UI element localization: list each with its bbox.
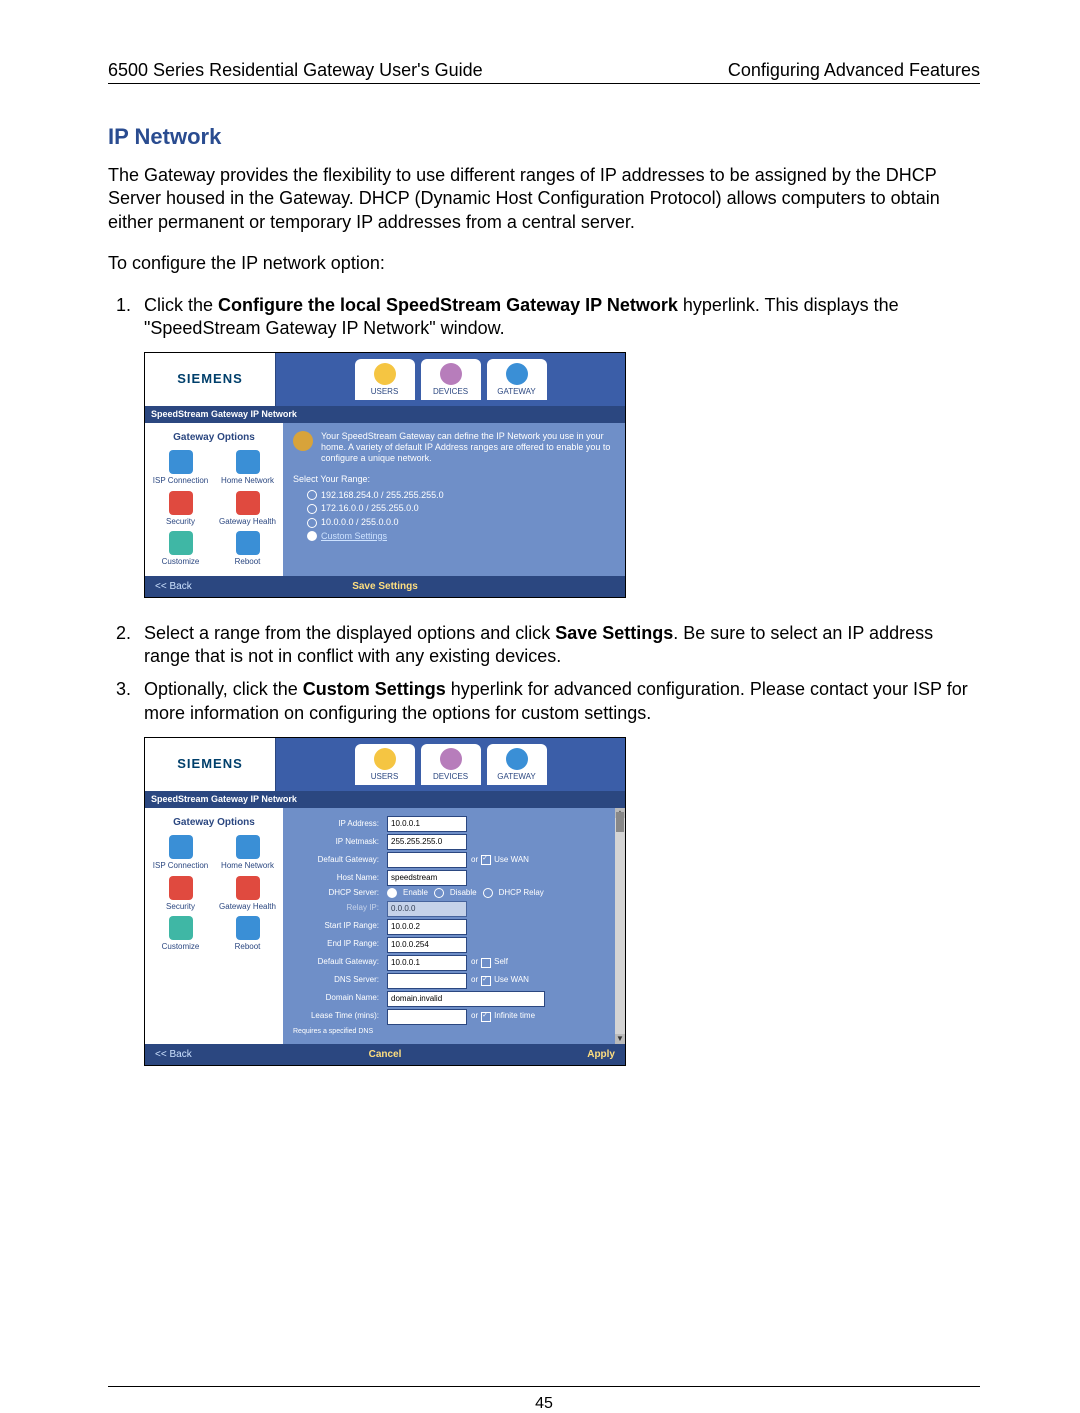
panel-title-bar: SpeedStream Gateway IP Network (145, 791, 625, 809)
gateway-icon (506, 363, 528, 385)
header-left: 6500 Series Residential Gateway User's G… (108, 60, 483, 81)
dns-server-input[interactable] (387, 973, 467, 989)
range-option-10[interactable]: 10.0.0.0 / 255.0.0.0 (293, 517, 615, 529)
reboot-icon (236, 916, 260, 940)
tab-gateway[interactable]: GATEWAY (487, 359, 547, 399)
globe-icon (293, 431, 313, 451)
start-ip-input[interactable]: 10.0.0.2 (387, 919, 467, 935)
dns-required-note: Requires a specified DNS (293, 1027, 467, 1036)
custom-settings-link[interactable]: Custom Settings (321, 531, 387, 543)
gateway-icon (506, 748, 528, 770)
reboot-icon (236, 531, 260, 555)
customize-icon (169, 531, 193, 555)
sidebar-item-customize[interactable]: Customize (149, 531, 212, 567)
sidebar-item-isp[interactable]: ISP Connection (149, 835, 212, 871)
security-icon (169, 876, 193, 900)
infinite-time-checkbox[interactable] (481, 1012, 491, 1022)
tab-users[interactable]: USERS (355, 359, 415, 399)
scroll-thumb[interactable] (616, 812, 624, 832)
host-name-input[interactable]: speedstream (387, 870, 467, 886)
ip-address-input[interactable]: 10.0.0.1 (387, 816, 467, 832)
relay-ip-input: 0.0.0.0 (387, 901, 467, 917)
header-rule (108, 83, 980, 84)
sidebar-item-security[interactable]: Security (149, 876, 212, 912)
header-right: Configuring Advanced Features (728, 60, 980, 81)
step-1: Click the Configure the local SpeedStrea… (136, 294, 980, 598)
devices-icon (440, 363, 462, 385)
sidebar-item-home[interactable]: Home Network (216, 450, 279, 486)
sidebar-item-security[interactable]: Security (149, 491, 212, 527)
dhcp-disable-radio[interactable] (434, 888, 444, 898)
devices-icon (440, 748, 462, 770)
sidebar-item-reboot[interactable]: Reboot (216, 531, 279, 567)
lease-time-input[interactable] (387, 1009, 467, 1025)
dns-use-wan-checkbox[interactable] (481, 976, 491, 986)
screenshot-ip-range: SIEMENS USERS DEVICES GATEWAY SpeedStrea… (144, 352, 626, 597)
siemens-logo: SIEMENS (145, 738, 276, 790)
footer-rule (108, 1386, 980, 1387)
page-number: 45 (108, 1395, 980, 1413)
select-range-label: Select Your Range: (293, 474, 615, 486)
screenshot-custom-settings: SIEMENS USERS DEVICES GATEWAY SpeedStrea… (144, 737, 626, 1066)
health-icon (236, 876, 260, 900)
ip-network-intro-text: Your SpeedStream Gateway can define the … (321, 431, 615, 463)
step-2: Select a range from the displayed option… (136, 622, 980, 669)
back-button[interactable]: << Back (155, 1048, 235, 1061)
isp-icon (169, 450, 193, 474)
domain-name-input[interactable]: domain.invalid (387, 991, 545, 1007)
home-network-icon (236, 835, 260, 859)
default-gateway-input[interactable] (387, 852, 467, 868)
gateway-options-sidebar: Gateway Options ISP Connection Home Netw… (145, 808, 283, 1043)
scroll-down-icon[interactable]: ▼ (615, 1034, 625, 1044)
tab-devices[interactable]: DEVICES (421, 359, 481, 399)
panel-title-bar: SpeedStream Gateway IP Network (145, 406, 625, 424)
sidebar-item-isp[interactable]: ISP Connection (149, 450, 212, 486)
apply-button[interactable]: Apply (535, 1048, 615, 1061)
use-wan-checkbox[interactable] (481, 855, 491, 865)
security-icon (169, 491, 193, 515)
siemens-logo: SIEMENS (145, 353, 276, 405)
sidebar-item-health[interactable]: Gateway Health (216, 491, 279, 527)
customize-icon (169, 916, 193, 940)
self-checkbox[interactable] (481, 958, 491, 968)
dhcp-enable-radio[interactable] (387, 888, 397, 898)
scrollbar[interactable]: ▲ ▼ (615, 808, 625, 1043)
dhcp-relay-radio[interactable] (483, 888, 493, 898)
range-option-custom[interactable]: Custom Settings (293, 531, 615, 543)
section-title: IP Network (108, 124, 980, 150)
range-option-192[interactable]: 192.168.254.0 / 255.255.255.0 (293, 490, 615, 502)
sidebar-item-home[interactable]: Home Network (216, 835, 279, 871)
end-ip-input[interactable]: 10.0.0.254 (387, 937, 467, 953)
range-option-172[interactable]: 172.16.0.0 / 255.255.0.0 (293, 503, 615, 515)
home-network-icon (236, 450, 260, 474)
sidebar-item-health[interactable]: Gateway Health (216, 876, 279, 912)
tab-gateway[interactable]: GATEWAY (487, 744, 547, 784)
tab-devices[interactable]: DEVICES (421, 744, 481, 784)
health-icon (236, 491, 260, 515)
default-gateway2-input[interactable]: 10.0.0.1 (387, 955, 467, 971)
tab-users[interactable]: USERS (355, 744, 415, 784)
gateway-options-sidebar: Gateway Options ISP Connection Home Netw… (145, 423, 283, 575)
step-3: Optionally, click the Custom Settings hy… (136, 678, 980, 1065)
isp-icon (169, 835, 193, 859)
sidebar-item-customize[interactable]: Customize (149, 916, 212, 952)
cancel-button[interactable]: Cancel (235, 1048, 535, 1061)
save-settings-button[interactable]: Save Settings (235, 580, 535, 593)
sidebar-item-reboot[interactable]: Reboot (216, 916, 279, 952)
intro-para-1: The Gateway provides the flexibility to … (108, 164, 980, 234)
back-button[interactable]: << Back (155, 580, 235, 593)
intro-para-2: To configure the IP network option: (108, 252, 980, 275)
users-icon (374, 363, 396, 385)
ip-netmask-input[interactable]: 255.255.255.0 (387, 834, 467, 850)
users-icon (374, 748, 396, 770)
